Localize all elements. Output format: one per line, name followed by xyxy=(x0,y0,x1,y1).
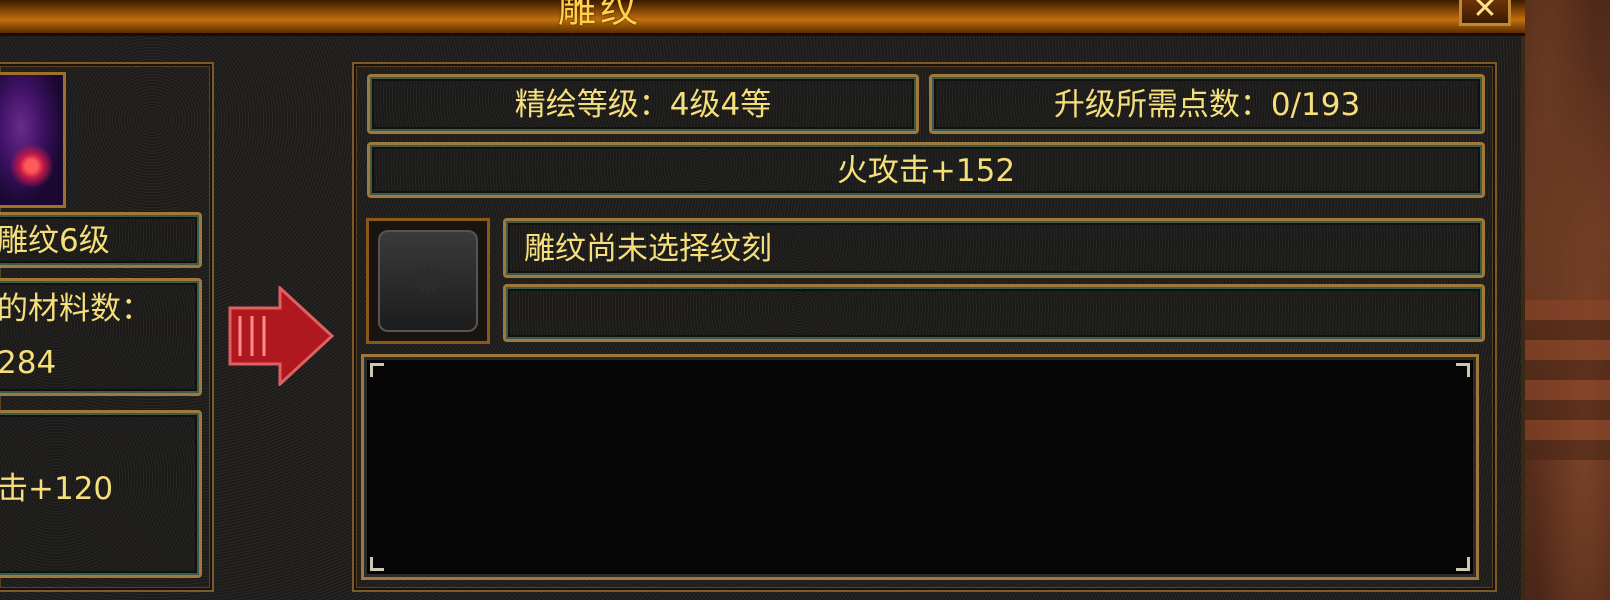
upgrade-points-text: 升级所需点数：0/193 xyxy=(1053,87,1361,123)
item-level-text: 雕纹6级 xyxy=(0,223,110,259)
red-arrow-icon xyxy=(228,286,335,386)
engrave-status-bar: 雕纹尚未选择纹刻 xyxy=(503,218,1485,278)
window-title: 雕纹 xyxy=(558,0,643,31)
materials-label: 的材料数： xyxy=(0,291,152,327)
materials-box: 的材料数： 284 xyxy=(0,278,202,396)
engrave-detail-bar xyxy=(503,284,1485,342)
engrave-status-text: 雕纹尚未选择纹刻 xyxy=(524,231,772,267)
bonus-text: 击+120 xyxy=(0,471,114,507)
engrave-slot-icon: ✹ xyxy=(378,230,478,332)
attribute-text: 火攻击+152 xyxy=(836,153,1016,189)
title-bar[interactable]: 雕纹 ✕ xyxy=(0,0,1525,36)
item-level-bar: 雕纹6级 xyxy=(0,212,202,268)
description-box xyxy=(361,354,1479,580)
close-button[interactable]: ✕ xyxy=(1459,0,1511,26)
refine-level-bar: 精绘等级：4级4等 xyxy=(367,74,919,134)
game-background-detail xyxy=(1522,300,1610,460)
upgrade-points-bar: 升级所需点数：0/193 xyxy=(929,74,1485,134)
attribute-bar: 火攻击+152 xyxy=(367,142,1485,198)
materials-value: 284 xyxy=(0,345,57,381)
bonus-box: 击+120 xyxy=(0,410,202,578)
engrave-window: 雕纹 ✕ 雕纹6级 的材料数： 284 击+120 精绘等级：4级4等 升级所需… xyxy=(0,0,1525,600)
item-icon[interactable] xyxy=(0,72,66,208)
close-icon: ✕ xyxy=(1472,0,1498,26)
refine-level-text: 精绘等级：4级4等 xyxy=(514,87,772,123)
engrave-slot[interactable]: ✹ xyxy=(366,218,490,344)
